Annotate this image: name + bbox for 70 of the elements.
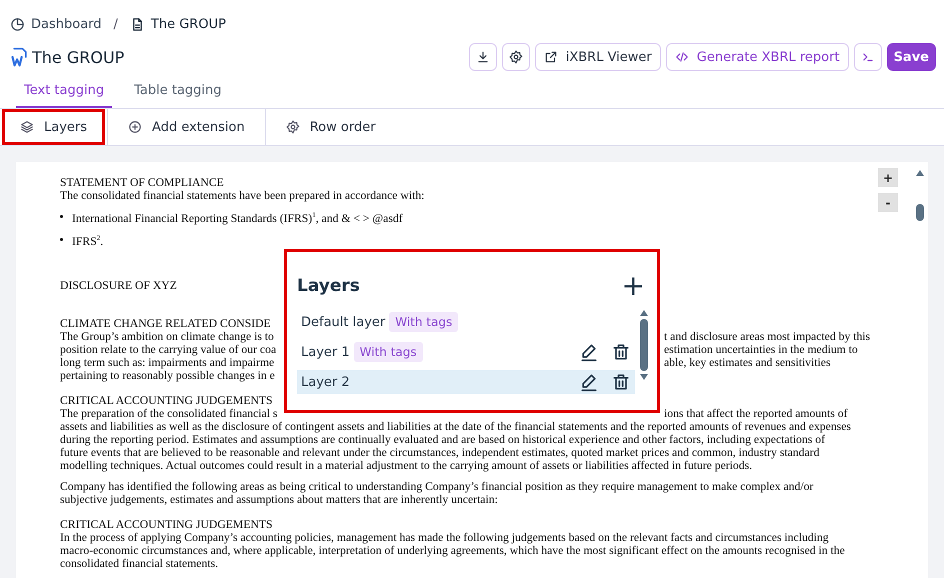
paragraph-line: able, key estimates and sensitivities — [664, 356, 831, 369]
page-title: The GROUP — [32, 48, 124, 66]
paragraph-line: The Group’s ambition on climate change is to — [60, 330, 274, 343]
save-button[interactable]: Save — [886, 43, 936, 71]
edit-icon[interactable] — [579, 372, 599, 392]
section-heading: CRITICAL ACCOUNTING JUDGEMENTS — [60, 518, 273, 531]
panel-title: Layers — [297, 276, 360, 296]
bullet-icon — [60, 215, 63, 218]
paragraph-line: t and disclosure areas most impacted by this — [664, 330, 870, 343]
layer-name: Layer 2 — [301, 374, 350, 390]
download-button[interactable] — [468, 43, 497, 71]
download-icon — [476, 50, 490, 64]
list-item-text: International Financial Reporting Standards (IFRS)$^{1}$, and & < > @asdf — [72, 210, 403, 225]
plus-circle-icon — [128, 120, 142, 134]
paragraph-line: long term such as: impairments and impairme — [60, 356, 274, 369]
breadcrumb-link[interactable]: The GROUP — [130, 16, 226, 32]
tab[interactable]: Table tagging — [126, 80, 230, 108]
paragraph-line: modelling techniques. Actual outcomes could result in a material adjustment to the carrying amount of assets or liabilities affected in future periods. — [60, 458, 752, 472]
breadcrumb-separator: / — [112, 16, 119, 32]
tag-label: With tags — [389, 312, 458, 332]
external-link-icon — [544, 50, 558, 64]
zoom-in-button[interactable]: + — [878, 168, 898, 187]
paragraph-line: The consolidated financial statements have been prepared in accordance with: — [60, 189, 424, 202]
paragraph-line: during the reporting period. Estimates and assumptions are continually evaluated and are based on historical experience and other factors, including expectations of — [60, 432, 825, 446]
viewer-button[interactable]: iXBRL Viewer — [534, 43, 661, 71]
section-heading: CRITICAL ACCOUNTING JUDGEMENTS — [60, 394, 273, 407]
delete-icon[interactable] — [611, 372, 631, 392]
layer-item[interactable]: Layer 2 — [297, 370, 635, 394]
list-item-text: IFRS$^{2}$. — [72, 232, 104, 248]
breadcrumb-link[interactable]: Dashboard — [10, 16, 102, 32]
add-layer-button[interactable]: + — [622, 272, 645, 300]
scroll-down-icon — [640, 374, 648, 380]
layer-name: Default layer — [301, 314, 386, 330]
paragraph-line: The preparation of the consolidated financial s — [60, 406, 278, 420]
delete-icon[interactable] — [611, 342, 631, 362]
settings-icon — [286, 120, 300, 134]
settings-button[interactable] — [502, 43, 530, 71]
generate-report-button[interactable]: Generate XBRL report — [666, 43, 849, 71]
toolbar-button[interactable]: Row order — [282, 120, 380, 134]
layers-icon — [20, 120, 34, 134]
section-heading: STATEMENT OF COMPLIANCE — [60, 176, 224, 189]
section-heading: DISCLOSURE OF XYZ — [60, 278, 177, 292]
paragraph-line: In the process of applying Company’s accounting policies, management has made the following judgements based on the relevant facts and circumstances including — [60, 530, 829, 544]
layer-name: Layer 1 — [301, 344, 350, 360]
paragraph-line: future events that are believed to be reasonable and relevant under the circumstances, independent estimates, quoted market prices and common, industry standard — [60, 446, 820, 459]
paragraph-line: pertaining to reasonably possible changes in e — [60, 368, 275, 382]
paragraph-line: Company has identified the following areas as being critical to understanding Company’s financial position as they require management to make complex and/or — [60, 480, 814, 493]
paragraph-line: macro-economic circumstances and, where applicable, interpretation of underlying agreements, which have the most significant effect on the amounts recognised in the — [60, 544, 845, 557]
tag-label: With tags — [354, 342, 423, 362]
toolbar-button[interactable]: Layers — [16, 120, 92, 134]
paragraph-line: subjective judgements, estimates and assumptions about matters that are inherently uncertain: — [60, 492, 498, 506]
tab[interactable]: Text tagging — [16, 80, 112, 108]
paragraph-line: assets and liabilities as well as the disclosure of contingent assets and liabilities at the date of the financial statements and the reported amounts of revenues and expenses — [60, 420, 851, 433]
layer-item[interactable]: Layer 1 With tags — [297, 340, 635, 364]
settings-icon — [508, 50, 523, 64]
section-heading: CLIMATE CHANGE RELATED CONSIDE — [60, 316, 271, 330]
pie-chart-icon — [10, 16, 25, 32]
scroll-up-icon — [916, 170, 924, 176]
paragraph-line: consolidated financial statements. — [60, 556, 218, 570]
layer-item[interactable]: Default layer With tags — [297, 310, 635, 334]
scrollbar-thumb[interactable] — [640, 319, 648, 371]
bullet-icon — [60, 238, 63, 242]
paragraph-line: estimation uncertainties in the medium to — [664, 342, 858, 356]
toolbar-button[interactable]: Add extension — [124, 120, 249, 134]
scrollbar-thumb[interactable] — [916, 204, 924, 221]
edit-icon[interactable] — [579, 342, 599, 362]
paragraph-line: position relate to the carrying value of our coa — [60, 342, 276, 356]
paragraph-line: ions that affect the reported amounts of — [664, 406, 848, 420]
zoom-out-button[interactable]: - — [878, 193, 898, 212]
code-icon — [674, 50, 689, 64]
